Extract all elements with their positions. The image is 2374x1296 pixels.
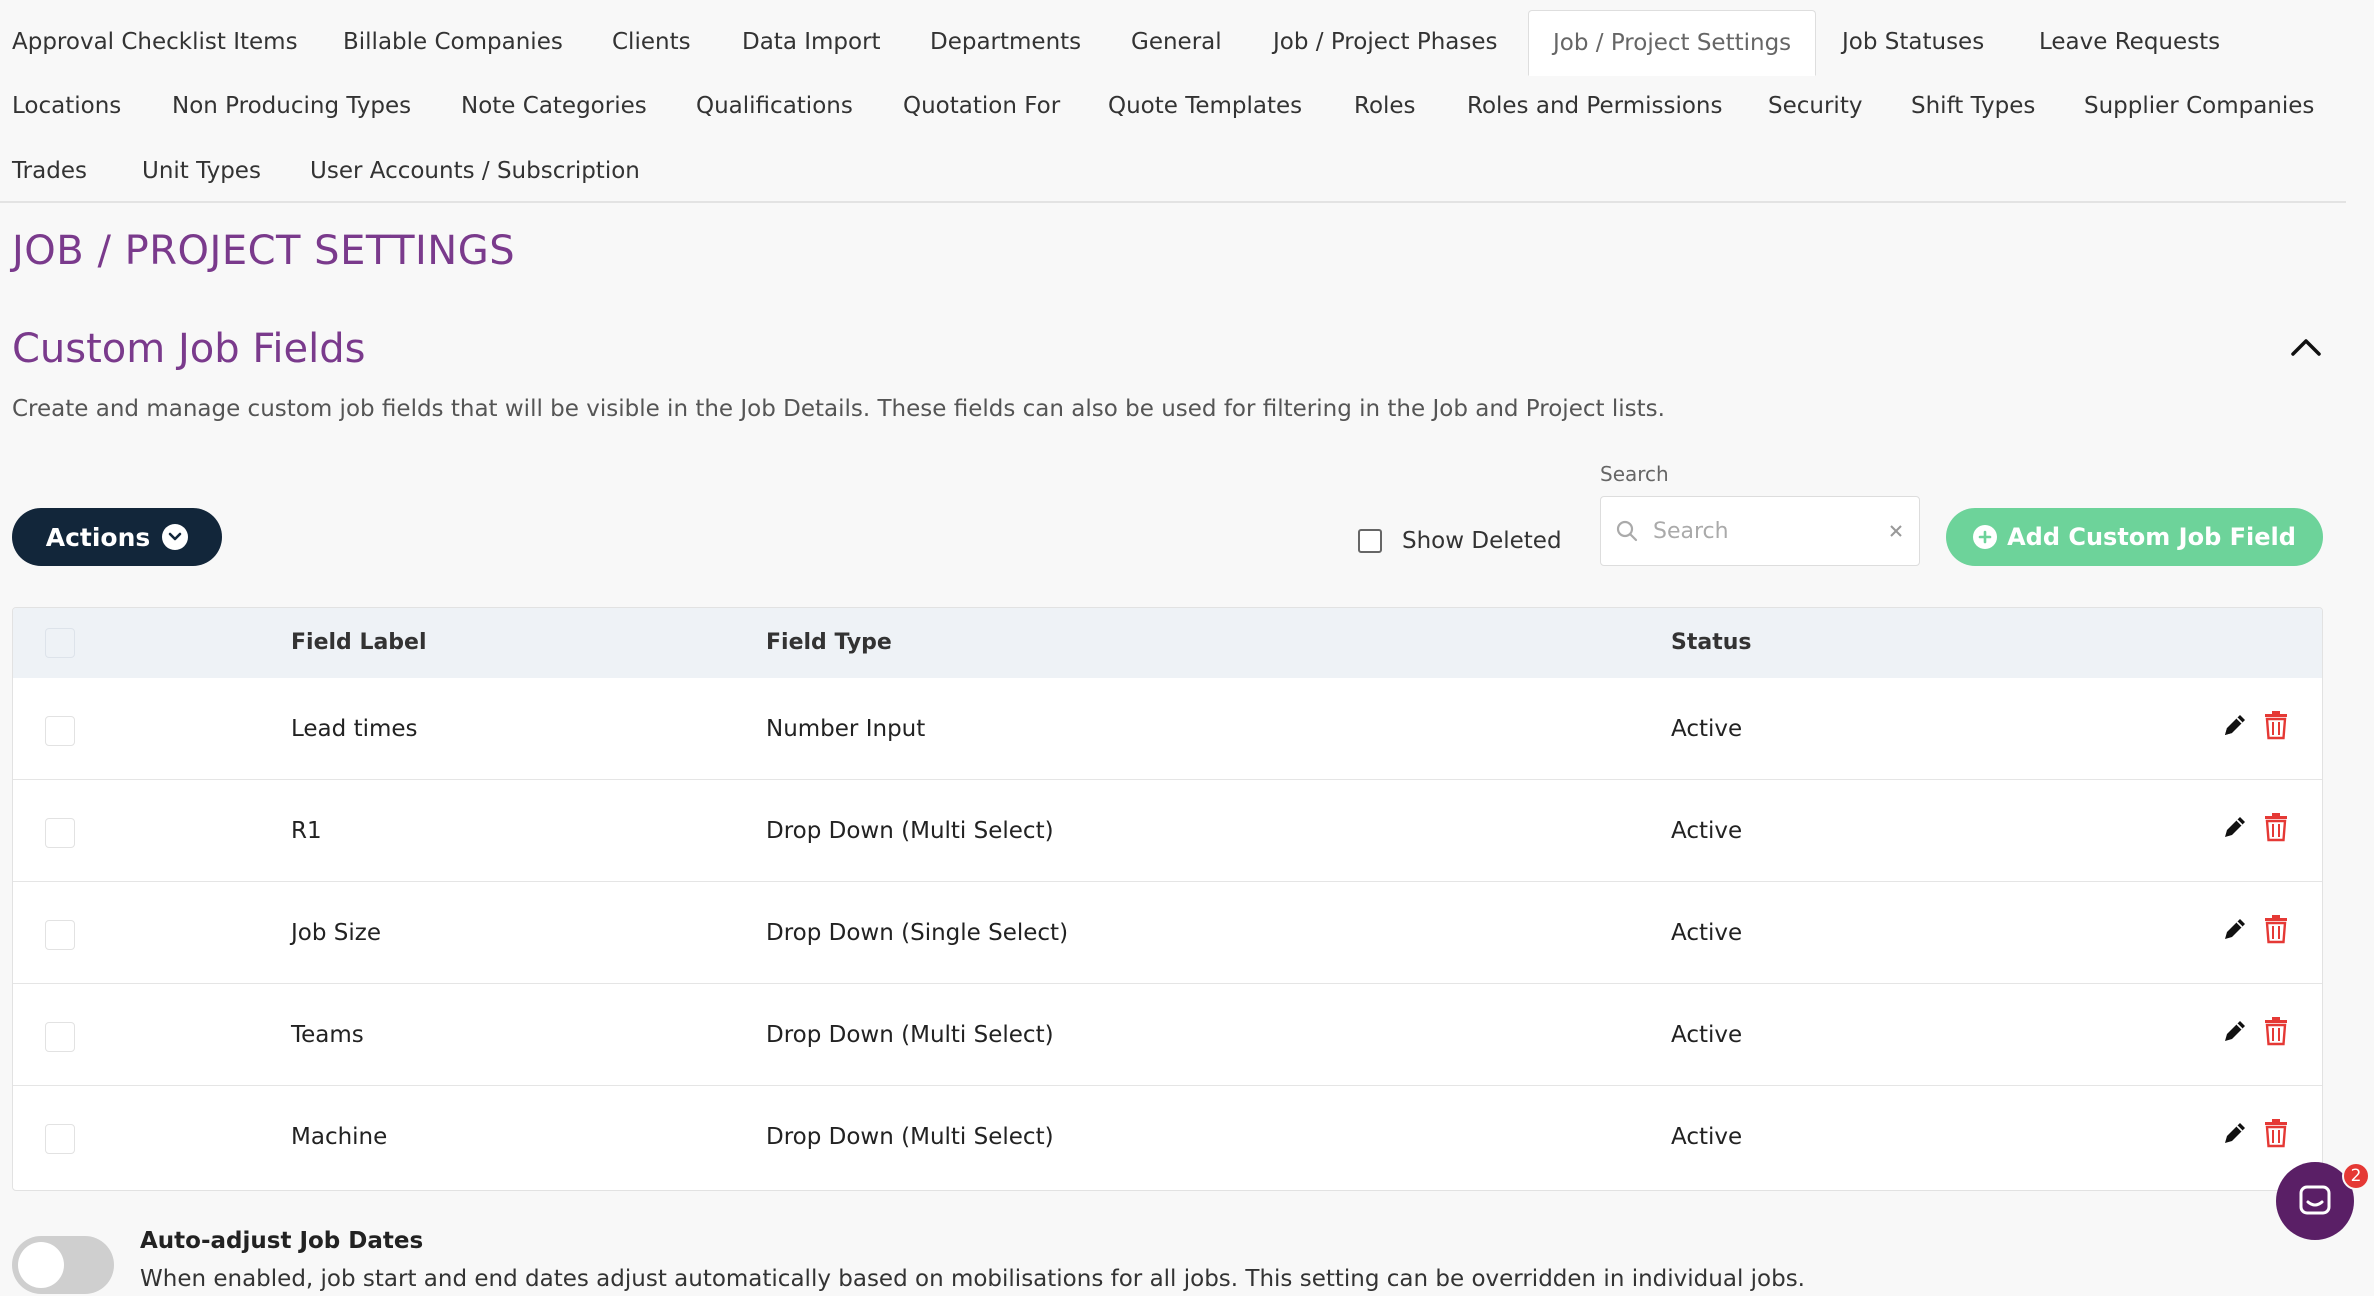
auto-adjust-description: When enabled, job start and end dates ad… — [140, 1266, 1805, 1292]
table-row: R1 Drop Down (Multi Select) Active — [13, 780, 2322, 882]
tab-qualifications[interactable]: Qualifications — [696, 91, 853, 121]
row-checkbox[interactable] — [45, 818, 75, 848]
pencil-icon[interactable] — [2221, 711, 2249, 739]
chat-icon — [2299, 1185, 2331, 1215]
tab-non-producing-types[interactable]: Non Producing Types — [172, 91, 411, 121]
field-type-cell: Drop Down (Single Select) — [766, 920, 1069, 946]
field-label-cell: Job Size — [291, 920, 381, 946]
field-type-cell: Drop Down (Multi Select) — [766, 818, 1054, 844]
status-cell: Active — [1671, 920, 1743, 946]
table-row: Teams Drop Down (Multi Select) Active — [13, 984, 2322, 1086]
tab-quotation-for[interactable]: Quotation For — [903, 91, 1060, 121]
show-deleted-label: Show Deleted — [1402, 528, 1562, 554]
actions-button-label: Actions — [45, 522, 151, 552]
notification-badge: 2 — [2342, 1162, 2370, 1190]
tab-billable-companies[interactable]: Billable Companies — [343, 27, 563, 57]
row-checkbox[interactable] — [45, 920, 75, 950]
page-title: JOB / PROJECT SETTINGS — [12, 228, 516, 274]
pencil-icon[interactable] — [2221, 813, 2249, 841]
search-label: Search — [1600, 462, 1669, 486]
field-label-cell: Machine — [291, 1124, 388, 1150]
clear-search-icon[interactable] — [1887, 522, 1905, 540]
pencil-icon[interactable] — [2221, 1119, 2249, 1147]
tab-quote-templates[interactable]: Quote Templates — [1108, 91, 1302, 121]
tab-shift-types[interactable]: Shift Types — [1911, 91, 2035, 121]
tab-job-statuses[interactable]: Job Statuses — [1842, 27, 1984, 57]
plus-circle-icon — [1973, 525, 1998, 549]
search-box — [1600, 496, 1920, 566]
trash-icon[interactable] — [2263, 812, 2289, 842]
show-deleted-checkbox[interactable] — [1358, 529, 1382, 553]
field-type-cell: Number Input — [766, 716, 926, 742]
tab-job-project-phases[interactable]: Job / Project Phases — [1273, 27, 1498, 57]
field-label-cell: Teams — [291, 1022, 364, 1048]
toggle-knob — [18, 1242, 64, 1288]
section-description: Create and manage custom job fields that… — [12, 396, 1665, 422]
chevron-down-icon — [162, 524, 189, 550]
pencil-icon[interactable] — [2221, 915, 2249, 943]
pencil-icon[interactable] — [2221, 1017, 2249, 1045]
tab-unit-types[interactable]: Unit Types — [142, 156, 261, 186]
tab-note-categories[interactable]: Note Categories — [461, 91, 647, 121]
section-title: Custom Job Fields — [12, 326, 366, 372]
auto-adjust-job-dates-toggle[interactable] — [12, 1236, 114, 1294]
tab-user-accounts-subscription[interactable]: User Accounts / Subscription — [310, 156, 640, 186]
row-checkbox[interactable] — [45, 716, 75, 746]
select-all-checkbox[interactable] — [45, 628, 75, 658]
tab-general[interactable]: General — [1131, 27, 1222, 57]
auto-adjust-title: Auto-adjust Job Dates — [140, 1228, 424, 1254]
column-header-field-label[interactable]: Field Label — [291, 608, 427, 678]
table-row: Lead times Number Input Active — [13, 678, 2322, 780]
table-row: Job Size Drop Down (Single Select) Activ… — [13, 882, 2322, 984]
search-icon — [1616, 520, 1638, 542]
row-checkbox[interactable] — [45, 1022, 75, 1052]
settings-tab-bar: Approval Checklist Items Billable Compan… — [0, 0, 2346, 203]
custom-job-fields-table: Field Label Field Type Status Lead times… — [12, 607, 2323, 1191]
column-header-field-type[interactable]: Field Type — [766, 608, 892, 678]
field-label-cell: R1 — [291, 818, 322, 844]
add-custom-job-field-label: Add Custom Job Field — [2007, 523, 2296, 551]
field-type-cell: Drop Down (Multi Select) — [766, 1022, 1054, 1048]
tab-roles-and-permissions[interactable]: Roles and Permissions — [1467, 91, 1722, 121]
collapse-section-button[interactable] — [2286, 330, 2326, 364]
tab-leave-requests[interactable]: Leave Requests — [2039, 27, 2220, 57]
show-deleted-toggle[interactable]: Show Deleted — [1358, 528, 1562, 554]
column-header-status[interactable]: Status — [1671, 608, 1751, 678]
status-cell: Active — [1671, 818, 1743, 844]
row-actions — [2221, 812, 2289, 842]
field-type-cell: Drop Down (Multi Select) — [766, 1124, 1054, 1150]
tab-locations[interactable]: Locations — [12, 91, 121, 121]
tab-approval-checklist-items[interactable]: Approval Checklist Items — [12, 27, 298, 57]
add-custom-job-field-button[interactable]: Add Custom Job Field — [1946, 508, 2323, 566]
row-actions — [2221, 1016, 2289, 1046]
tab-clients[interactable]: Clients — [612, 27, 691, 57]
row-actions — [2221, 914, 2289, 944]
search-input[interactable] — [1651, 517, 1875, 545]
status-cell: Active — [1671, 716, 1743, 742]
trash-icon[interactable] — [2263, 710, 2289, 740]
row-checkbox[interactable] — [45, 1124, 75, 1154]
chevron-up-icon — [2291, 339, 2321, 356]
trash-icon[interactable] — [2263, 914, 2289, 944]
tab-trades[interactable]: Trades — [12, 156, 87, 186]
field-label-cell: Lead times — [291, 716, 418, 742]
actions-button[interactable]: Actions — [12, 508, 222, 566]
trash-icon[interactable] — [2263, 1016, 2289, 1046]
trash-icon[interactable] — [2263, 1118, 2289, 1148]
status-cell: Active — [1671, 1124, 1743, 1150]
status-cell: Active — [1671, 1022, 1743, 1048]
tab-supplier-companies[interactable]: Supplier Companies — [2084, 91, 2314, 121]
row-actions — [2221, 710, 2289, 740]
tab-departments[interactable]: Departments — [930, 27, 1081, 57]
tab-security[interactable]: Security — [1768, 91, 1862, 121]
tab-data-import[interactable]: Data Import — [742, 27, 881, 57]
tab-job-project-settings[interactable]: Job / Project Settings — [1528, 10, 1817, 76]
table-header: Field Label Field Type Status — [13, 608, 2322, 679]
table-row: Machine Drop Down (Multi Select) Active — [13, 1086, 2322, 1188]
row-actions — [2221, 1118, 2289, 1148]
tab-roles[interactable]: Roles — [1354, 91, 1416, 121]
